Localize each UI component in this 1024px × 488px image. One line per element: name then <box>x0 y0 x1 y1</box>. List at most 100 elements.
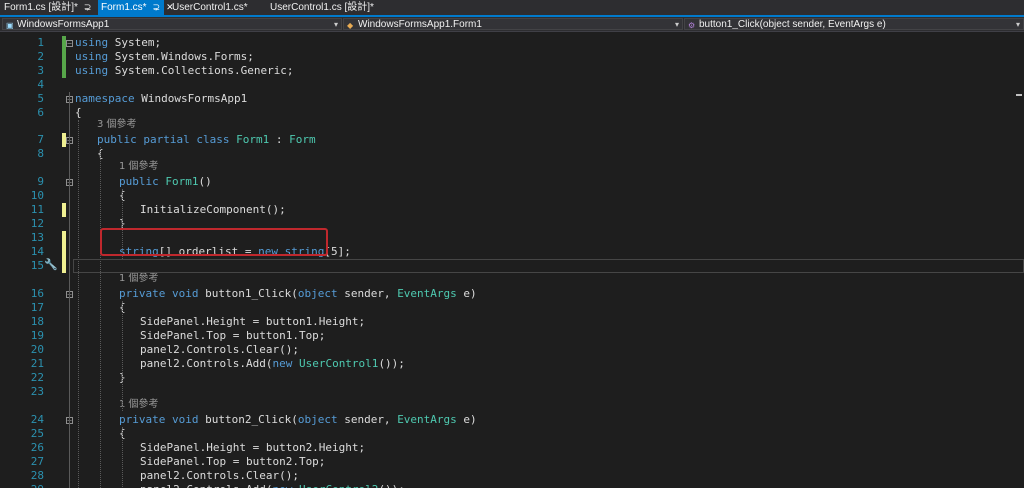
code-line[interactable]: panel2.Controls.Clear(); <box>140 343 299 357</box>
line-number: 12 <box>30 217 44 230</box>
highlight-annotation-box <box>100 228 328 256</box>
outline-line <box>69 147 70 487</box>
code-line[interactable]: panel2.Controls.Clear(); <box>140 469 299 483</box>
code-token: button2_Click( <box>198 413 298 426</box>
keyword-token: new <box>272 357 293 370</box>
code-token: System.Windows.Forms; <box>108 50 254 63</box>
pin-icon[interactable]: ⊋ <box>153 2 161 12</box>
tab-usercontrol1-designer[interactable]: UserControl1.cs [設計]* <box>270 0 390 15</box>
code-token: System.Collections.Generic; <box>108 64 294 77</box>
code-line[interactable]: SidePanel.Top = button1.Top; <box>140 329 325 343</box>
code-token: : <box>269 133 290 146</box>
line-number: 15 <box>30 259 44 272</box>
line-number: 21 <box>30 357 44 370</box>
code-token: WindowsFormsApp1 <box>134 92 248 105</box>
code-token: SidePanel.Height = button2.Height; <box>140 441 366 454</box>
pin-icon[interactable]: ⊋ <box>84 2 92 12</box>
line-number: 22 <box>30 371 44 384</box>
code-line[interactable]: public Form1() <box>119 175 212 189</box>
code-line[interactable]: private void button1_Click(object sender… <box>119 287 477 301</box>
line-number: 5 <box>37 92 44 105</box>
code-line[interactable]: InitializeComponent(); <box>140 203 286 217</box>
code-token: panel2.Controls.Add( <box>140 483 272 488</box>
change-marker <box>62 245 66 259</box>
code-line[interactable]: SidePanel.Top = button2.Top; <box>140 455 325 469</box>
code-token: [5]; <box>324 245 351 258</box>
code-editor[interactable]: 1−2 3 4 5−6 7−8 9−10 11 12 13 14 15 16−17 18 19 20 21 22… <box>0 32 1024 488</box>
keyword-token: using <box>75 50 109 63</box>
line-number: 13 <box>30 231 44 244</box>
line-number: 16 <box>30 287 44 300</box>
code-line[interactable]: SidePanel.Height = button1.Height; <box>140 315 365 329</box>
code-line[interactable]: panel2.Controls.Add(new UserControl1()); <box>140 357 405 371</box>
document-tab-strip: Form1.cs [設計]* ⊋ Form1.cs* ⊋ ✕ UserControl1… <box>0 0 1024 17</box>
code-line[interactable]: public partial class Form1 : Form <box>97 133 316 147</box>
keyword-token: object <box>297 287 338 300</box>
member-dropdown[interactable]: ⚙ button1_Click(object sender, EventArgs… <box>684 18 1024 30</box>
codelens-references[interactable]: 1 個參考 <box>119 273 159 285</box>
class-icon: ◆ <box>347 21 354 30</box>
codelens-references[interactable]: 1 個參考 <box>119 399 159 411</box>
codelens-references[interactable]: 3 個參考 <box>97 119 137 131</box>
class-dropdown[interactable]: ◆ WindowsFormsApp1.Form1 ▾ <box>343 18 683 30</box>
code-token: System; <box>108 36 162 49</box>
collapse-toggle[interactable]: − <box>66 40 73 48</box>
member-name: button1_Click(object sender, EventArgs e… <box>699 19 886 30</box>
project-name: WindowsFormsApp1 <box>17 19 110 30</box>
screwdriver-icon[interactable]: 🔧 <box>44 258 58 272</box>
code-line[interactable]: { <box>75 106 82 120</box>
code-line[interactable]: using System; <box>75 36 161 50</box>
indent-guide <box>122 301 123 411</box>
type-token: UserControl2 <box>299 483 378 488</box>
line-number: 8 <box>37 147 44 160</box>
scrollbar-marker[interactable] <box>1016 94 1022 96</box>
type-token: Form <box>289 133 316 146</box>
line-number: 28 <box>30 469 44 482</box>
method-icon: ⚙ <box>688 21 696 30</box>
code-line[interactable]: using System.Collections.Generic; <box>75 64 294 78</box>
line-number: 26 <box>30 441 44 454</box>
code-line[interactable]: SidePanel.Height = button2.Height; <box>140 441 365 455</box>
line-number: 3 <box>37 64 44 77</box>
tab-label: Form1.cs [設計]* <box>4 2 78 13</box>
code-token: button1_Click( <box>198 287 298 300</box>
code-token: ()); <box>378 357 405 370</box>
chevron-down-icon: ▾ <box>674 20 679 29</box>
tab-label: UserControl1.cs [設計]* <box>270 2 374 13</box>
keyword-token: new <box>272 483 292 488</box>
line-number: 9 <box>37 175 44 188</box>
change-marker <box>62 259 66 273</box>
code-token: e) <box>456 287 477 300</box>
code-token: SidePanel.Top = button2.Top; <box>140 455 326 468</box>
chevron-down-icon: ▾ <box>333 20 338 29</box>
keyword-token: object <box>297 413 338 426</box>
change-marker <box>62 64 66 78</box>
code-line[interactable]: private void button2_Click(object sender… <box>119 413 477 427</box>
tab-label: Form1.cs* <box>101 2 147 13</box>
code-line[interactable]: namespace WindowsFormsApp1 <box>75 92 247 106</box>
line-number: 24 <box>30 413 44 426</box>
project-dropdown[interactable]: ▣ WindowsFormsApp1 ▾ <box>2 18 342 30</box>
chevron-down-icon: ▾ <box>1015 20 1020 29</box>
line-number: 17 <box>30 301 44 314</box>
class-name: WindowsFormsApp1.Form1 <box>358 19 482 30</box>
tab-usercontrol1-code[interactable]: UserControl1.cs* <box>172 0 262 15</box>
code-line[interactable]: using System.Windows.Forms; <box>75 50 254 64</box>
indent-guide <box>100 147 101 488</box>
keyword-token: using <box>75 64 109 77</box>
keyword-token: public <box>119 175 159 188</box>
code-token: panel2.Controls.Add( <box>140 357 273 370</box>
tab-form1-code[interactable]: Form1.cs* ⊋ ✕ <box>98 0 174 15</box>
code-token: SidePanel.Height = button1.Height; <box>140 315 366 328</box>
keyword-token: namespace <box>75 92 135 105</box>
tab-form1-designer[interactable]: Form1.cs [設計]* ⊋ <box>4 0 96 15</box>
line-number: 14 <box>30 245 44 258</box>
keyword-token: public partial class <box>97 133 230 146</box>
line-number: 23 <box>30 385 44 398</box>
code-line[interactable]: panel2.Controls.Add(new UserControl2()); <box>140 483 405 488</box>
codelens-references[interactable]: 1 個參考 <box>119 161 159 173</box>
indent-guide <box>122 427 123 488</box>
type-token: EventArgs <box>397 413 457 426</box>
